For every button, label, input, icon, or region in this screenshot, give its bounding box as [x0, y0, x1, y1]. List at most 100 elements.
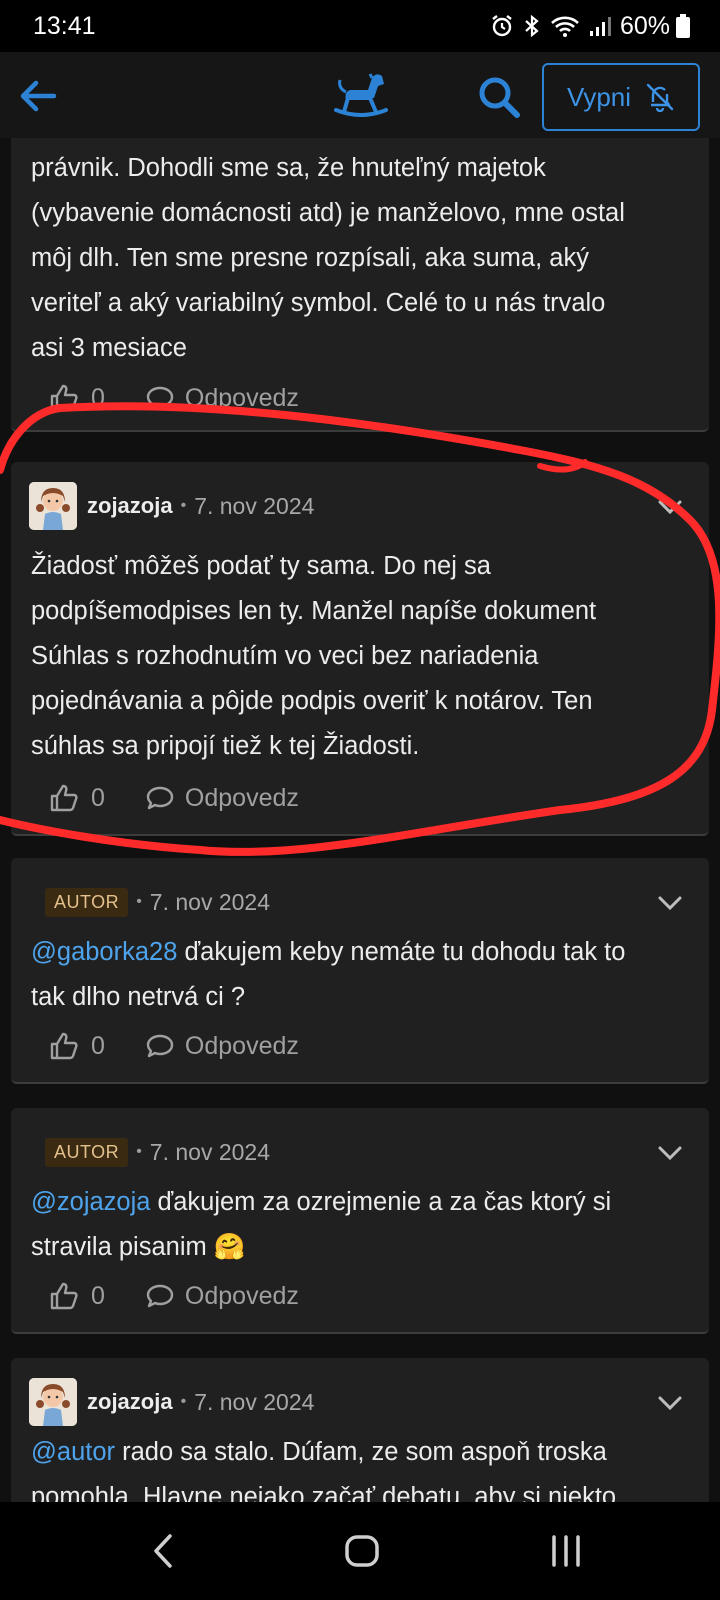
rocking-horse-icon[interactable]	[330, 70, 392, 120]
system-nav-bar	[0, 1502, 720, 1600]
thumbs-up-icon	[50, 384, 78, 412]
speech-bubble-icon	[146, 1034, 174, 1058]
user-mention[interactable]: @gaborka28	[31, 938, 177, 966]
comment-actions: 0 Odpovedz	[49, 778, 299, 818]
girl-avatar-icon	[29, 1378, 77, 1426]
status-icons: 60%	[490, 12, 690, 41]
user-mention[interactable]: @autor	[31, 1438, 115, 1466]
separator-dot: •	[180, 1393, 187, 1410]
comment-card: AUTOR • 7. nov 2024 @zojazoja ďakujem za…	[11, 1108, 709, 1334]
comment-line: pojednávania a pôjde podpis overiť k not…	[31, 687, 593, 715]
home-nav-icon[interactable]	[344, 1532, 380, 1570]
comment-card: AUTOR • 7. nov 2024 @gaborka28 ďakujem k…	[11, 858, 709, 1084]
search-icon[interactable]	[476, 74, 522, 120]
comment-date: 7. nov 2024	[194, 492, 315, 519]
bluetooth-icon	[525, 14, 539, 38]
like-count: 0	[91, 383, 105, 412]
like-count: 0	[91, 1281, 105, 1310]
comment-line: tak dlho netrvá ci ?	[31, 983, 246, 1011]
comment-header: zojazoja • 7. nov 2024	[29, 482, 691, 530]
comment-line: asi 3 mesiace	[31, 334, 187, 362]
comment-line: veriteľ a aký variabilný symbol. Celé to…	[31, 289, 606, 317]
comment-header: zojazoja • 7. nov 2024	[29, 1378, 691, 1426]
comment-body: Žiadosť môžeš podať ty sama. Do nej sa p…	[31, 544, 689, 769]
chevron-down-icon[interactable]	[655, 492, 685, 522]
comment-card: zojazoja • 7. nov 2024 @autor rado sa st…	[11, 1358, 709, 1502]
comment-body: @zojazoja ďakujem za ozrejmenie a za čas…	[31, 1180, 689, 1270]
speech-bubble-icon	[146, 386, 174, 410]
reply-button[interactable]: Odpovedz	[145, 783, 299, 813]
arrow-left-icon[interactable]	[14, 72, 62, 120]
comment-actions: 0 Odpovedz	[49, 1276, 299, 1316]
avatar[interactable]	[29, 1378, 77, 1426]
reply-button[interactable]: Odpovedz	[145, 383, 299, 413]
thumbs-up-icon	[50, 1282, 78, 1310]
like-button[interactable]: 0	[49, 1281, 105, 1311]
comment-body: @autor rado sa stalo. Dúfam, ze som aspo…	[31, 1430, 689, 1502]
chevron-down-icon[interactable]	[655, 1388, 685, 1418]
comment-body: @gaborka28 ďakujem keby nemáte tu dohodu…	[31, 930, 689, 1020]
reply-button[interactable]: Odpovedz	[145, 1281, 299, 1311]
separator-dot: •	[180, 497, 187, 514]
battery-percent: 60%	[619, 11, 670, 40]
thumbs-up-icon	[50, 784, 78, 812]
comment-line: podpíšemodpises len ty. Manžel napíše do…	[31, 597, 597, 625]
separator-dot: •	[136, 1143, 142, 1160]
comment-line: Súhlas s rozhodnutím vo veci bez nariade…	[31, 642, 539, 670]
signal-icon	[589, 17, 611, 36]
comment-text: ďakujem za ozrejmenie a za čas ktorý si	[150, 1188, 612, 1216]
username[interactable]: zojazoja	[87, 1389, 173, 1415]
comment-header: AUTOR • 7. nov 2024	[29, 878, 691, 926]
chevron-down-icon[interactable]	[655, 888, 685, 918]
username[interactable]: zojazoja	[87, 493, 173, 519]
like-button[interactable]: 0	[49, 1031, 105, 1061]
user-mention[interactable]: @zojazoja	[31, 1188, 150, 1216]
reply-label: Odpovedz	[184, 383, 299, 412]
comment-line: Žiadosť môžeš podať ty sama. Do nej sa	[31, 552, 491, 580]
app-bar: Vypni	[0, 52, 720, 138]
battery-indicator: 60%	[620, 12, 690, 41]
reply-label: Odpovedz	[184, 783, 299, 812]
author-badge: AUTOR	[45, 887, 129, 917]
reply-button[interactable]: Odpovedz	[145, 1031, 299, 1061]
avatar[interactable]	[29, 482, 77, 530]
alarm-icon	[492, 15, 512, 37]
recents-nav-icon[interactable]	[548, 1532, 584, 1570]
comment-actions: 0 Odpovedz	[49, 1026, 299, 1066]
comment-card: zojazoja • 7. nov 2024 Žiadosť môžeš pod…	[11, 462, 709, 836]
comment-text: rado sa stalo. Dúfam, ze som aspoň trosk…	[115, 1438, 607, 1466]
comment-line: právnik. Dohodli sme sa, že hnuteľný maj…	[31, 154, 546, 182]
comment-date: 7. nov 2024	[194, 1388, 315, 1415]
comment-line: @zojazoja ďakujem za ozrejmenie a za čas…	[31, 1180, 689, 1225]
reply-label: Odpovedz	[184, 1281, 299, 1310]
like-button[interactable]: 0	[49, 383, 105, 413]
comment-date: 7. nov 2024	[149, 1138, 271, 1165]
battery-icon	[676, 14, 690, 38]
comment-actions: 0 Odpovedz	[49, 378, 299, 418]
comment-text: ďakujem keby nemáte tu dohodu tak to	[177, 938, 626, 966]
comment-header: AUTOR • 7. nov 2024	[29, 1128, 691, 1176]
reply-label: Odpovedz	[184, 1031, 299, 1060]
comment-line: pomohla. Hlavne nejako začať debatu, aby…	[31, 1483, 617, 1502]
like-count: 0	[91, 1031, 105, 1060]
speech-bubble-icon	[146, 1284, 174, 1308]
status-time: 13:41	[33, 11, 96, 40]
girl-avatar-icon	[29, 482, 77, 530]
comment-card: právnik. Dohodli sme sa, že hnuteľný maj…	[11, 138, 709, 432]
mute-notifications-button[interactable]: Vypni	[542, 63, 700, 131]
speech-bubble-icon	[146, 786, 174, 810]
comment-body: právnik. Dohodli sme sa, že hnuteľný maj…	[31, 146, 689, 371]
status-bar: 13:41 60%	[0, 0, 720, 52]
thumbs-up-icon	[50, 1032, 78, 1060]
comment-line: @gaborka28 ďakujem keby nemáte tu dohodu…	[31, 930, 689, 975]
comment-line: môj dlh. Ten sme presne rozpísali, aka s…	[31, 244, 589, 272]
chevron-down-icon[interactable]	[655, 1138, 685, 1168]
author-badge: AUTOR	[45, 1137, 129, 1167]
comment-feed[interactable]: právnik. Dohodli sme sa, že hnuteľný maj…	[0, 138, 720, 1502]
comment-line: @autor rado sa stalo. Dúfam, ze som aspo…	[31, 1430, 689, 1475]
back-nav-icon[interactable]	[150, 1532, 178, 1570]
bell-off-icon	[646, 83, 674, 112]
like-button[interactable]: 0	[49, 783, 105, 813]
separator-dot: •	[136, 893, 142, 910]
wifi-icon	[551, 16, 579, 37]
